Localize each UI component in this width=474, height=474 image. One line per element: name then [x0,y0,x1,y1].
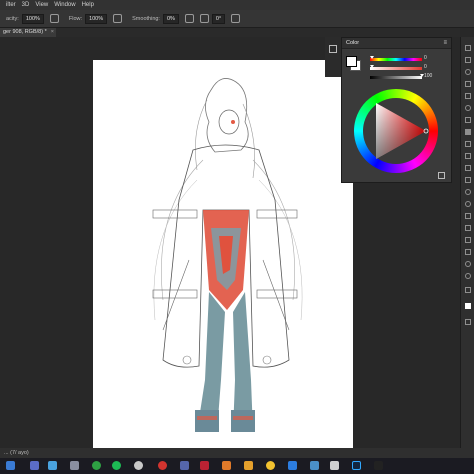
windows-icon[interactable] [6,461,15,470]
menu-bar: ilter 3D View Window Help [0,0,474,10]
hand-tool-icon[interactable] [465,261,471,267]
color-wheel[interactable] [354,89,438,173]
panel-menu-icon[interactable]: ≡ [443,40,447,46]
pressure-size-icon[interactable] [231,14,241,23]
flow-field[interactable]: 100% [85,13,108,24]
opacity-field[interactable]: 100% [21,13,44,24]
app-icon[interactable] [180,461,189,470]
brush-tool-icon[interactable] [465,129,471,135]
color-panel: Color ≡ 0 0 100 [341,37,452,183]
saturation-slider[interactable] [370,65,422,70]
healing-tool-icon[interactable] [465,117,471,123]
app-icon[interactable] [222,461,231,470]
airbrush-icon[interactable] [113,14,123,23]
menu-help[interactable]: Help [82,2,94,8]
task-view-icon[interactable] [30,461,39,470]
flow-label: Flow: [68,15,83,22]
spotify-icon[interactable] [112,461,121,470]
status-bar: ... (7/ ayo) [0,448,474,458]
app-icon[interactable] [244,461,253,470]
shield-icon[interactable] [70,461,79,470]
color-panel-title[interactable]: Color [346,40,359,46]
tools-panel [460,37,474,448]
move-tool-icon[interactable] [465,45,471,51]
brightness-value: 100 [424,73,433,79]
frame-tool-icon[interactable] [465,93,471,99]
foreground-color-swatch[interactable] [346,56,357,67]
grid-icon[interactable] [438,172,445,179]
app-icon[interactable] [200,461,209,470]
opera-icon[interactable] [158,461,167,470]
edit-toolbar-icon[interactable] [465,287,471,293]
menu-filter[interactable]: ilter [6,2,16,8]
pen-tool-icon[interactable] [465,213,471,219]
crop-tool-icon[interactable] [465,81,471,87]
menu-window[interactable]: Window [54,2,75,8]
document-tab[interactable]: ger 908, RGB/8) * × [0,28,56,37]
quick-mask-icon[interactable] [465,319,471,325]
angle-icon[interactable] [199,14,209,23]
saturation-value: 0 [424,64,427,70]
color-triangle[interactable] [354,89,438,173]
hue-slider[interactable] [370,56,422,61]
path-selection-tool-icon[interactable] [465,237,471,243]
stamp-tool-icon[interactable] [465,141,471,147]
photoshop-icon[interactable] [352,461,361,470]
app-icon[interactable] [310,461,319,470]
opacity-label: acity: [6,15,19,22]
smoothing-settings-icon[interactable] [184,14,194,23]
chrome-icon[interactable] [266,461,275,470]
color-panel-body: 0 0 100 [342,49,451,183]
menu-view[interactable]: View [35,2,48,8]
hue-value: 0 [424,55,427,61]
app-icon[interactable] [374,461,383,470]
marquee-tool-icon[interactable] [465,57,471,63]
pressure-opacity-icon[interactable] [49,14,59,23]
steam-icon[interactable] [134,461,143,470]
angle-field[interactable]: 0° [211,13,226,24]
media-icon[interactable] [92,461,101,470]
panel-dock-strip [325,37,341,77]
shape-tool-icon[interactable] [465,249,471,255]
smoothing-field[interactable]: 0% [162,13,179,24]
foreground-background-icon[interactable] [465,303,471,309]
options-bar: acity: 100% Flow: 100% Smoothing: 0% 0° [0,10,474,28]
app-icon[interactable] [288,461,297,470]
lasso-tool-icon[interactable] [465,69,471,75]
eyedropper-tool-icon[interactable] [465,105,471,111]
eraser-tool-icon[interactable] [465,165,471,171]
canvas[interactable] [93,60,353,449]
document-tab-title: ger 908, RGB/8) * [3,29,47,35]
move-icon[interactable] [329,45,337,53]
close-icon[interactable]: × [51,29,54,35]
zoom-tool-icon[interactable] [465,273,471,279]
dodge-tool-icon[interactable] [465,201,471,207]
store-icon[interactable] [48,461,57,470]
color-panel-header: Color ≡ [342,38,451,49]
document-tab-bar: ger 908, RGB/8) * × [0,28,460,37]
menu-3d[interactable]: 3D [22,2,30,8]
brightness-slider[interactable] [370,74,424,79]
type-tool-icon[interactable] [465,225,471,231]
app-icon[interactable] [330,461,339,470]
taskbar [0,458,474,474]
blur-tool-icon[interactable] [465,189,471,195]
history-brush-tool-icon[interactable] [465,153,471,159]
character-artwork [152,78,303,432]
smoothing-label: Smoothing: [132,15,160,22]
gradient-tool-icon[interactable] [465,177,471,183]
